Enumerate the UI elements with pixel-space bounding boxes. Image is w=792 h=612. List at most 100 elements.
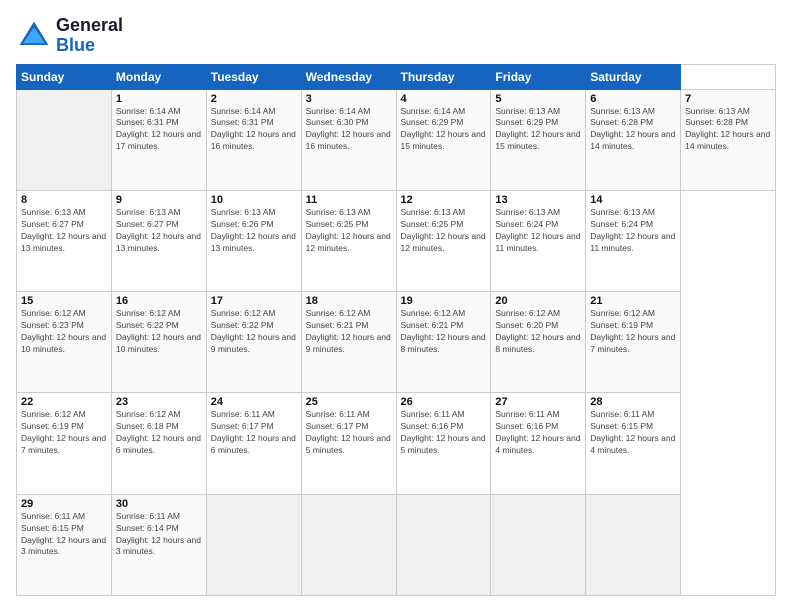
calendar-day-cell: 13Sunrise: 6:13 AM Sunset: 6:24 PM Dayli… [491,190,586,291]
logo-text: General Blue [56,16,123,56]
logo-blue: Blue [56,36,123,56]
day-number: 7 [685,93,771,105]
day-number: 22 [21,396,107,408]
day-info: Sunrise: 6:13 AM Sunset: 6:29 PM Dayligh… [495,106,581,154]
calendar-day-cell: 5Sunrise: 6:13 AM Sunset: 6:29 PM Daylig… [491,89,586,190]
day-info: Sunrise: 6:12 AM Sunset: 6:23 PM Dayligh… [21,308,107,356]
day-info: Sunrise: 6:11 AM Sunset: 6:16 PM Dayligh… [401,409,487,457]
calendar-table: SundayMondayTuesdayWednesdayThursdayFrid… [16,64,776,596]
calendar-day-header: Sunday [17,64,112,89]
calendar-day-cell: 27Sunrise: 6:11 AM Sunset: 6:16 PM Dayli… [491,393,586,494]
header: General Blue [16,16,776,56]
calendar-day-cell [206,494,301,595]
calendar-day-cell: 26Sunrise: 6:11 AM Sunset: 6:16 PM Dayli… [396,393,491,494]
day-info: Sunrise: 6:13 AM Sunset: 6:25 PM Dayligh… [306,207,392,255]
calendar-day-cell: 24Sunrise: 6:11 AM Sunset: 6:17 PM Dayli… [206,393,301,494]
day-number: 18 [306,295,392,307]
day-number: 17 [211,295,297,307]
calendar-day-cell: 28Sunrise: 6:11 AM Sunset: 6:15 PM Dayli… [586,393,681,494]
day-info: Sunrise: 6:13 AM Sunset: 6:24 PM Dayligh… [590,207,676,255]
calendar-day-cell [17,89,112,190]
day-info: Sunrise: 6:14 AM Sunset: 6:31 PM Dayligh… [116,106,202,154]
day-number: 26 [401,396,487,408]
day-info: Sunrise: 6:13 AM Sunset: 6:26 PM Dayligh… [211,207,297,255]
calendar-day-cell: 6Sunrise: 6:13 AM Sunset: 6:28 PM Daylig… [586,89,681,190]
page: General Blue SundayMondayTuesdayWednesda… [0,0,792,612]
day-info: Sunrise: 6:11 AM Sunset: 6:15 PM Dayligh… [590,409,676,457]
day-number: 9 [116,194,202,206]
day-number: 19 [401,295,487,307]
day-number: 6 [590,93,676,105]
day-info: Sunrise: 6:13 AM Sunset: 6:28 PM Dayligh… [685,106,771,154]
calendar-week-row: 29Sunrise: 6:11 AM Sunset: 6:15 PM Dayli… [17,494,776,595]
day-number: 1 [116,93,202,105]
calendar-day-header: Saturday [586,64,681,89]
calendar-week-row: 22Sunrise: 6:12 AM Sunset: 6:19 PM Dayli… [17,393,776,494]
day-number: 23 [116,396,202,408]
day-info: Sunrise: 6:12 AM Sunset: 6:18 PM Dayligh… [116,409,202,457]
day-info: Sunrise: 6:12 AM Sunset: 6:19 PM Dayligh… [590,308,676,356]
calendar-day-cell: 11Sunrise: 6:13 AM Sunset: 6:25 PM Dayli… [301,190,396,291]
day-number: 16 [116,295,202,307]
day-info: Sunrise: 6:13 AM Sunset: 6:27 PM Dayligh… [116,207,202,255]
day-number: 21 [590,295,676,307]
calendar-day-cell [301,494,396,595]
calendar-day-cell: 17Sunrise: 6:12 AM Sunset: 6:22 PM Dayli… [206,292,301,393]
calendar-day-cell: 14Sunrise: 6:13 AM Sunset: 6:24 PM Dayli… [586,190,681,291]
day-number: 13 [495,194,581,206]
day-info: Sunrise: 6:12 AM Sunset: 6:21 PM Dayligh… [306,308,392,356]
day-number: 4 [401,93,487,105]
day-info: Sunrise: 6:12 AM Sunset: 6:19 PM Dayligh… [21,409,107,457]
calendar-day-cell: 15Sunrise: 6:12 AM Sunset: 6:23 PM Dayli… [17,292,112,393]
day-info: Sunrise: 6:11 AM Sunset: 6:15 PM Dayligh… [21,511,107,559]
calendar-day-cell: 20Sunrise: 6:12 AM Sunset: 6:20 PM Dayli… [491,292,586,393]
calendar-day-cell [491,494,586,595]
logo-icon [16,18,52,54]
calendar-day-cell: 10Sunrise: 6:13 AM Sunset: 6:26 PM Dayli… [206,190,301,291]
day-info: Sunrise: 6:11 AM Sunset: 6:16 PM Dayligh… [495,409,581,457]
day-number: 24 [211,396,297,408]
calendar-day-cell: 25Sunrise: 6:11 AM Sunset: 6:17 PM Dayli… [301,393,396,494]
day-info: Sunrise: 6:14 AM Sunset: 6:29 PM Dayligh… [401,106,487,154]
calendar-day-cell [396,494,491,595]
calendar-day-cell: 2Sunrise: 6:14 AM Sunset: 6:31 PM Daylig… [206,89,301,190]
day-number: 14 [590,194,676,206]
calendar-day-cell: 22Sunrise: 6:12 AM Sunset: 6:19 PM Dayli… [17,393,112,494]
day-info: Sunrise: 6:14 AM Sunset: 6:31 PM Dayligh… [211,106,297,154]
calendar-day-cell: 12Sunrise: 6:13 AM Sunset: 6:25 PM Dayli… [396,190,491,291]
day-number: 20 [495,295,581,307]
day-info: Sunrise: 6:13 AM Sunset: 6:24 PM Dayligh… [495,207,581,255]
day-info: Sunrise: 6:13 AM Sunset: 6:28 PM Dayligh… [590,106,676,154]
calendar-day-cell: 21Sunrise: 6:12 AM Sunset: 6:19 PM Dayli… [586,292,681,393]
day-info: Sunrise: 6:11 AM Sunset: 6:17 PM Dayligh… [211,409,297,457]
calendar-day-header: Thursday [396,64,491,89]
calendar-day-cell: 29Sunrise: 6:11 AM Sunset: 6:15 PM Dayli… [17,494,112,595]
day-number: 5 [495,93,581,105]
day-info: Sunrise: 6:13 AM Sunset: 6:25 PM Dayligh… [401,207,487,255]
calendar-day-cell: 9Sunrise: 6:13 AM Sunset: 6:27 PM Daylig… [111,190,206,291]
calendar-week-row: 15Sunrise: 6:12 AM Sunset: 6:23 PM Dayli… [17,292,776,393]
day-number: 25 [306,396,392,408]
day-info: Sunrise: 6:13 AM Sunset: 6:27 PM Dayligh… [21,207,107,255]
calendar-day-cell: 1Sunrise: 6:14 AM Sunset: 6:31 PM Daylig… [111,89,206,190]
calendar-header-row: SundayMondayTuesdayWednesdayThursdayFrid… [17,64,776,89]
day-info: Sunrise: 6:14 AM Sunset: 6:30 PM Dayligh… [306,106,392,154]
calendar-day-cell: 18Sunrise: 6:12 AM Sunset: 6:21 PM Dayli… [301,292,396,393]
day-number: 27 [495,396,581,408]
logo: General Blue [16,16,123,56]
day-number: 2 [211,93,297,105]
calendar-day-header: Monday [111,64,206,89]
calendar-day-cell [586,494,681,595]
calendar-week-row: 8Sunrise: 6:13 AM Sunset: 6:27 PM Daylig… [17,190,776,291]
day-number: 12 [401,194,487,206]
day-info: Sunrise: 6:12 AM Sunset: 6:22 PM Dayligh… [116,308,202,356]
calendar-day-cell: 19Sunrise: 6:12 AM Sunset: 6:21 PM Dayli… [396,292,491,393]
day-number: 30 [116,498,202,510]
day-info: Sunrise: 6:12 AM Sunset: 6:21 PM Dayligh… [401,308,487,356]
calendar-day-cell: 16Sunrise: 6:12 AM Sunset: 6:22 PM Dayli… [111,292,206,393]
calendar-day-cell: 30Sunrise: 6:11 AM Sunset: 6:14 PM Dayli… [111,494,206,595]
calendar-day-header: Wednesday [301,64,396,89]
day-number: 8 [21,194,107,206]
calendar-day-cell: 4Sunrise: 6:14 AM Sunset: 6:29 PM Daylig… [396,89,491,190]
calendar-week-row: 1Sunrise: 6:14 AM Sunset: 6:31 PM Daylig… [17,89,776,190]
